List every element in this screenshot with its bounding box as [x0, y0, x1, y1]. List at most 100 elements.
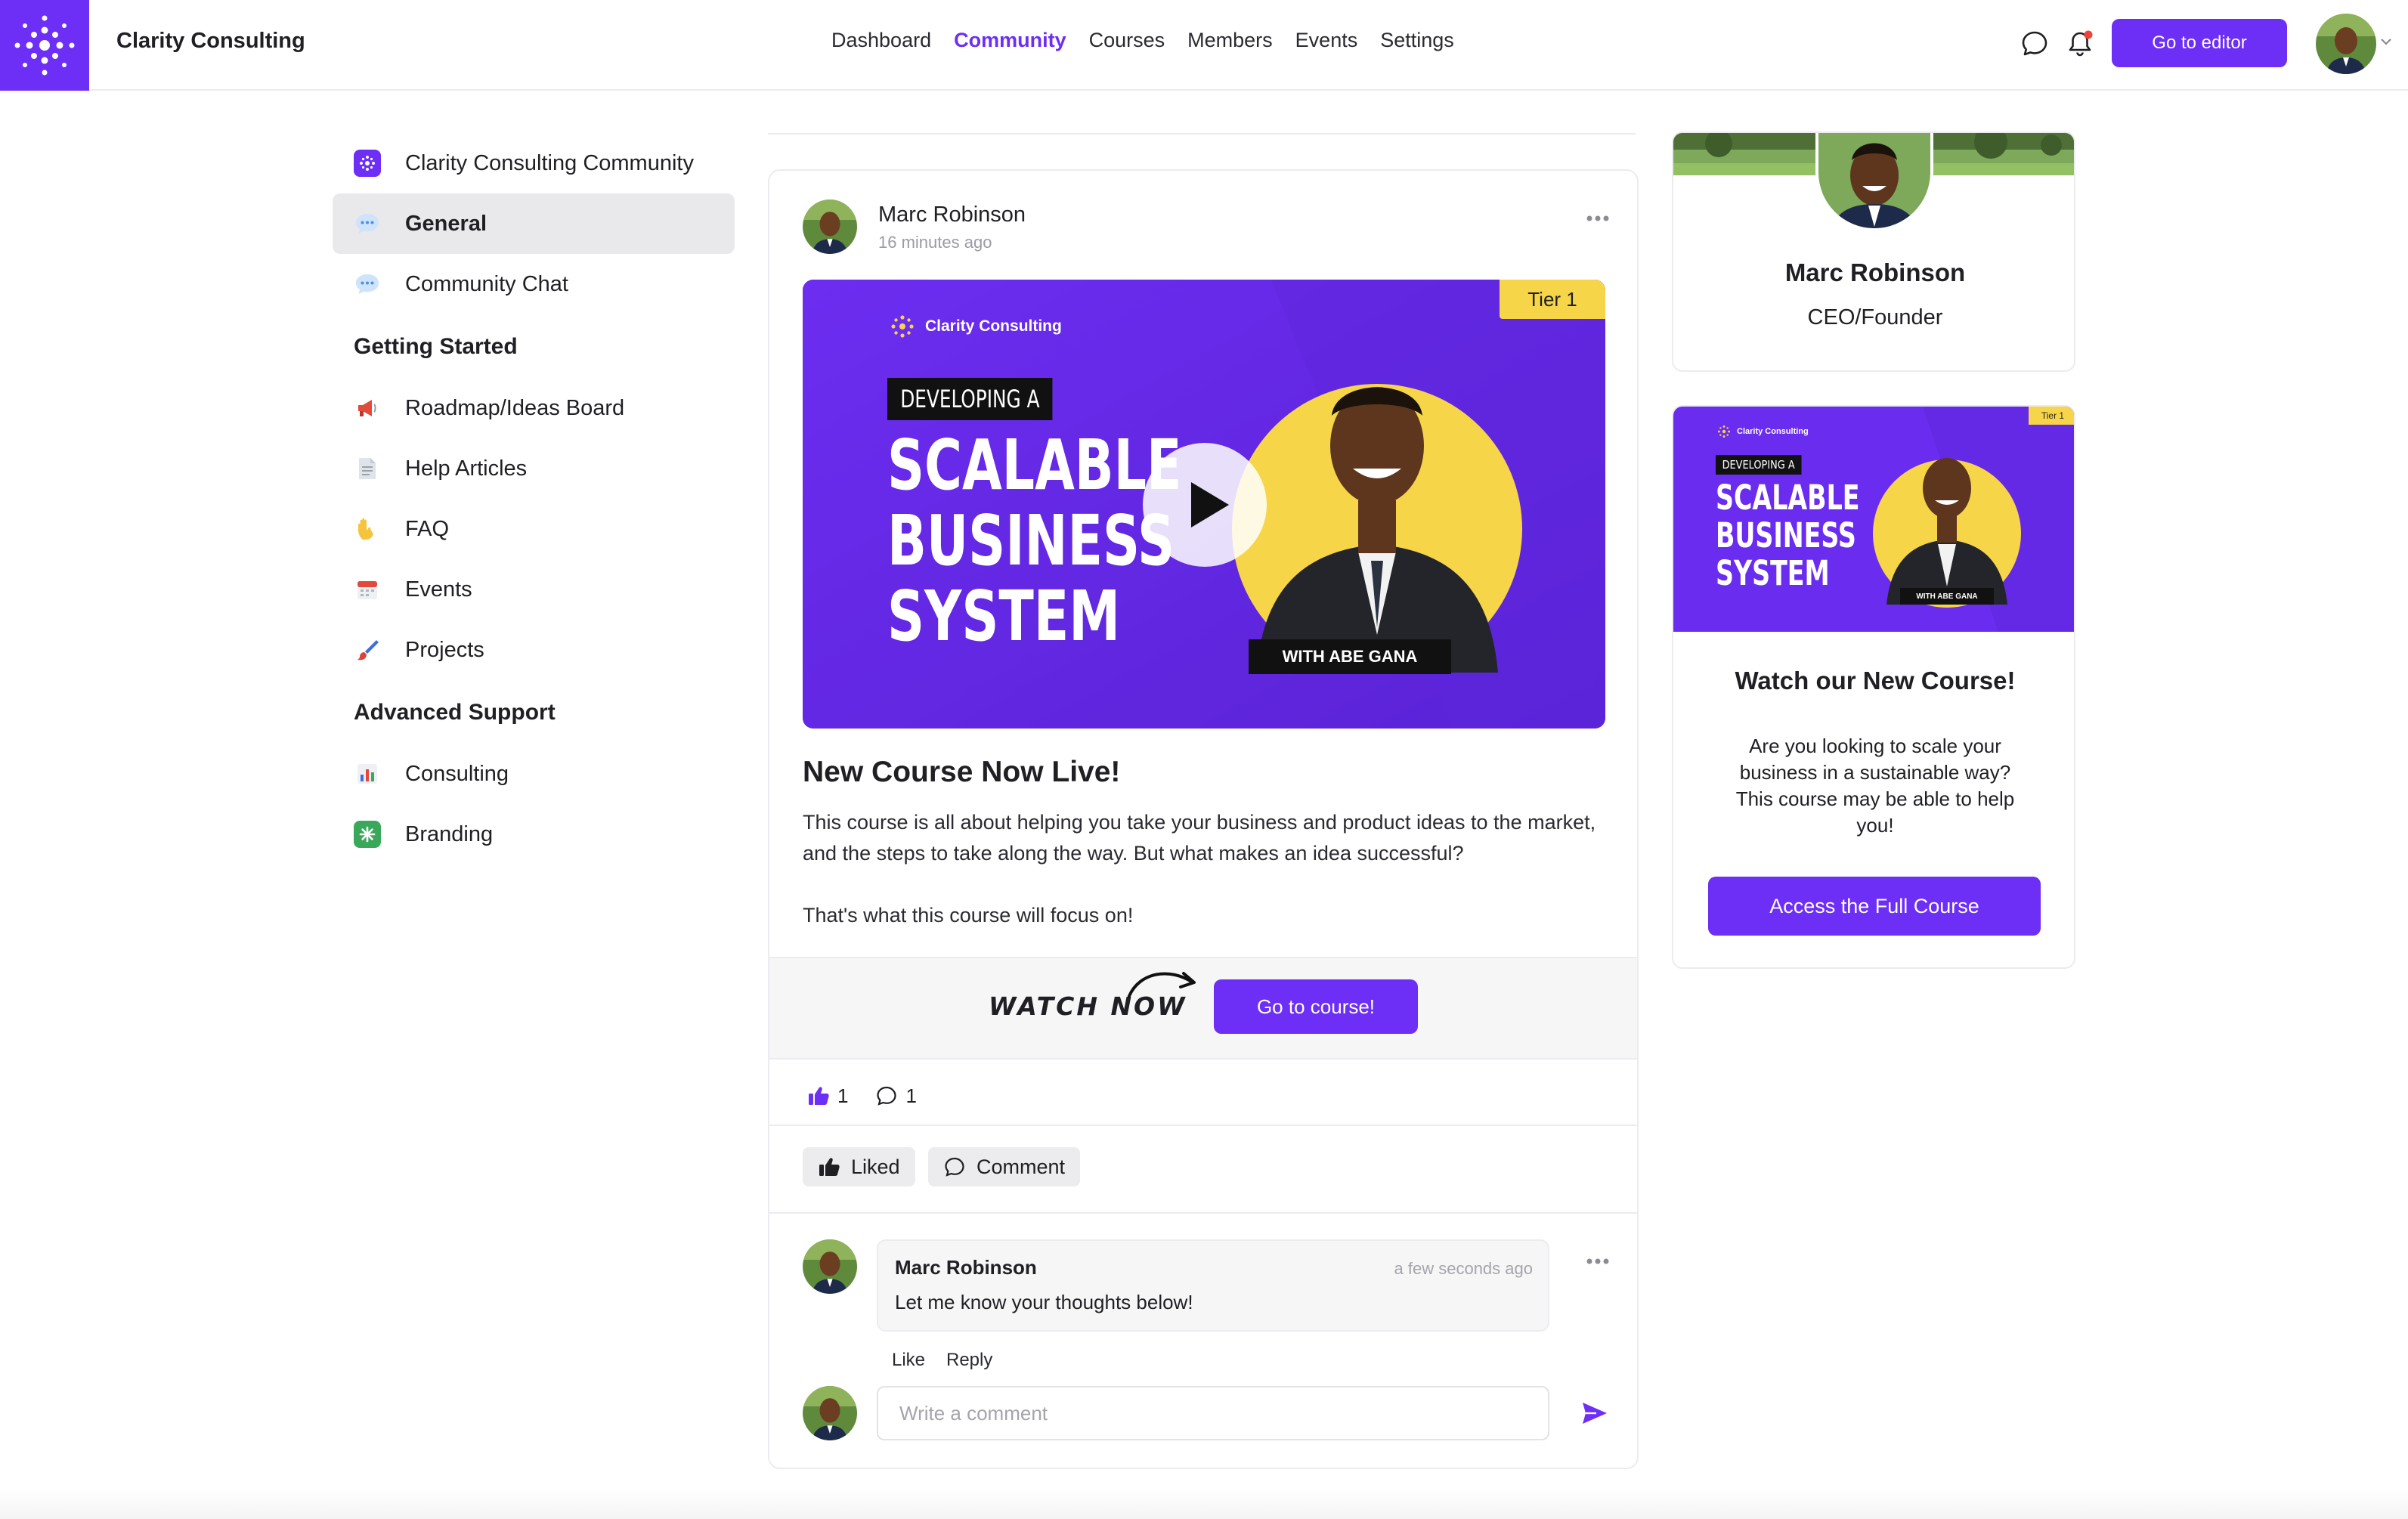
calendar-icon	[354, 576, 381, 603]
comment-like-link[interactable]: Like	[892, 1350, 925, 1371]
comment-input[interactable]	[877, 1386, 1549, 1440]
hero-headline: SCALABLE BUSINESS SYSTEM	[887, 428, 1182, 654]
page-bottom-edge	[0, 1489, 2408, 1519]
feed-divider	[768, 133, 1636, 135]
comment-reply-link[interactable]: Reply	[946, 1350, 992, 1371]
post-author-avatar[interactable]	[803, 200, 857, 254]
comment-count[interactable]: 1	[875, 1084, 917, 1108]
comment-author[interactable]: Marc Robinson	[895, 1256, 1037, 1279]
bell-icon[interactable]	[2065, 29, 2095, 59]
hero-brand-lockup: Clarity Consulting	[887, 311, 1062, 342]
current-user-avatar	[803, 1386, 857, 1440]
sidebar-item-events[interactable]: Events	[333, 559, 735, 620]
sidebar-item-faq[interactable]: FAQ	[333, 499, 735, 559]
sidebar-item-roadmap[interactable]: Roadmap/Ideas Board	[333, 378, 735, 438]
promo-brand-name: Clarity Consulting	[1737, 427, 1809, 436]
curved-arrow-icon	[1128, 972, 1196, 998]
liked-button[interactable]: Liked	[803, 1147, 915, 1186]
commenter-avatar-image	[803, 1239, 857, 1294]
nav-settings[interactable]: Settings	[1380, 29, 1454, 52]
current-user-avatar-image	[803, 1386, 857, 1440]
access-full-course-button[interactable]: Access the Full Course	[1708, 877, 2041, 936]
profile-name[interactable]: Marc Robinson	[1673, 258, 2074, 287]
course-video-thumbnail[interactable]: Clarity Consulting Tier 1 DEVELOPING A S…	[803, 280, 1605, 729]
sidebar-item-help-articles[interactable]: Help Articles	[333, 438, 735, 499]
nav-dashboard[interactable]: Dashboard	[831, 29, 931, 52]
presenter-label: WITH ABE GANA	[1249, 639, 1451, 674]
community-logo-icon	[354, 150, 381, 177]
bar-chart-icon	[354, 760, 381, 787]
like-count-value: 1	[837, 1084, 849, 1107]
profile-role: CEO/Founder	[1807, 305, 1943, 329]
post-author-name[interactable]: Marc Robinson	[878, 203, 1026, 227]
hero-headline-line: SYSTEM	[887, 576, 1121, 657]
profile-avatar[interactable]	[1815, 133, 1933, 231]
post-body: This course is all about helping you tak…	[803, 807, 1604, 962]
hero-kicker: DEVELOPING A	[887, 378, 1053, 420]
sidebar-item-label: Clarity Consulting Community	[405, 150, 694, 175]
send-icon[interactable]	[1581, 1401, 1608, 1425]
brand-logo-icon	[14, 15, 75, 76]
sidebar-item-projects[interactable]: Projects	[333, 620, 735, 680]
hero-headline-line: SCALABLE	[887, 425, 1182, 506]
nav-events[interactable]: Events	[1295, 29, 1358, 52]
sidebar-item-branding[interactable]: Branding	[333, 804, 735, 865]
comment-count-value: 1	[905, 1084, 917, 1107]
post-timestamp: 16 minutes ago	[878, 233, 992, 252]
post-paragraph: This course is all about helping you tak…	[803, 811, 1596, 865]
sparkle-icon	[354, 821, 381, 848]
thumbs-up-icon	[819, 1158, 840, 1176]
divider	[769, 1212, 1637, 1214]
promo-headline: SCALABLE BUSINESS SYSTEM	[1716, 479, 1860, 592]
speech-bubble-icon	[354, 210, 381, 237]
user-avatar-image	[2316, 14, 2376, 74]
paintbrush-icon	[354, 636, 381, 664]
tier-badge: Tier 1	[1500, 280, 1605, 319]
post-stats: 1 1	[807, 1081, 944, 1111]
play-button-icon[interactable]	[1143, 443, 1267, 567]
like-count[interactable]: 1	[807, 1084, 848, 1108]
comment-timestamp: a few seconds ago	[1394, 1259, 1533, 1278]
sidebar-item-label: General	[405, 211, 487, 236]
chevron-down-icon[interactable]	[2379, 36, 2393, 47]
promo-course-image[interactable]: Clarity Consulting Tier 1 DEVELOPING A S…	[1673, 407, 2074, 632]
avatar[interactable]	[2316, 14, 2376, 74]
promo-headline-line: BUSINESS	[1716, 515, 1856, 555]
promo-description: Are you looking to scale your business i…	[1735, 735, 2015, 837]
post-title: New Course Now Live!	[803, 756, 1121, 788]
speech-bubble-icon	[354, 271, 381, 298]
promo-kicker: DEVELOPING A	[1716, 455, 1802, 475]
brand-logo[interactable]	[0, 0, 89, 91]
go-to-editor-button[interactable]: Go to editor	[2112, 19, 2287, 67]
sidebar-item-clarity-community[interactable]: Clarity Consulting Community	[333, 133, 735, 193]
brand-logo-icon	[891, 315, 914, 338]
nav-courses[interactable]: Courses	[1089, 29, 1165, 52]
promo-title: Watch our New Course!	[1735, 667, 2016, 695]
comment-bubble-icon	[945, 1157, 964, 1177]
promo-presenter-label: WITH ABE GANA	[1900, 588, 1994, 605]
nav-members[interactable]: Members	[1187, 29, 1273, 52]
nav-community[interactable]: Community	[954, 29, 1066, 52]
sidebar-item-general[interactable]: General	[333, 193, 735, 254]
sidebar-item-label: Events	[405, 577, 472, 602]
go-to-course-button[interactable]: Go to course!	[1214, 979, 1418, 1034]
comment-more-options-icon[interactable]	[1586, 1258, 1610, 1265]
commenter-avatar[interactable]	[803, 1239, 857, 1294]
promo-headline-line: SYSTEM	[1716, 553, 1830, 593]
sidebar-section-heading: Getting Started	[354, 334, 518, 359]
post-more-options-icon[interactable]	[1586, 215, 1610, 222]
brand-name: Clarity Consulting	[116, 29, 305, 53]
main-nav: Dashboard Community Courses Members Even…	[831, 29, 1477, 52]
raised-hand-icon	[354, 515, 381, 543]
profile-card: Marc Robinson CEO/Founder	[1672, 131, 2075, 372]
post-card: Marc Robinson 16 minutes ago Clarity Con…	[768, 169, 1639, 1469]
comment-button[interactable]: Comment	[928, 1147, 1081, 1186]
chat-bubble-icon[interactable]	[2020, 29, 2050, 59]
sidebar-item-consulting[interactable]: Consulting	[333, 744, 735, 804]
sidebar-item-label: Roadmap/Ideas Board	[405, 395, 625, 420]
sidebar-item-label: Help Articles	[405, 456, 528, 481]
post-paragraph: That's what this course will focus on!	[803, 904, 1134, 927]
sidebar-item-community-chat[interactable]: Community Chat	[333, 254, 735, 314]
comment-text: Let me know your thoughts below!	[895, 1291, 1193, 1313]
top-bar: Clarity Consulting Dashboard Community C…	[0, 0, 2408, 91]
